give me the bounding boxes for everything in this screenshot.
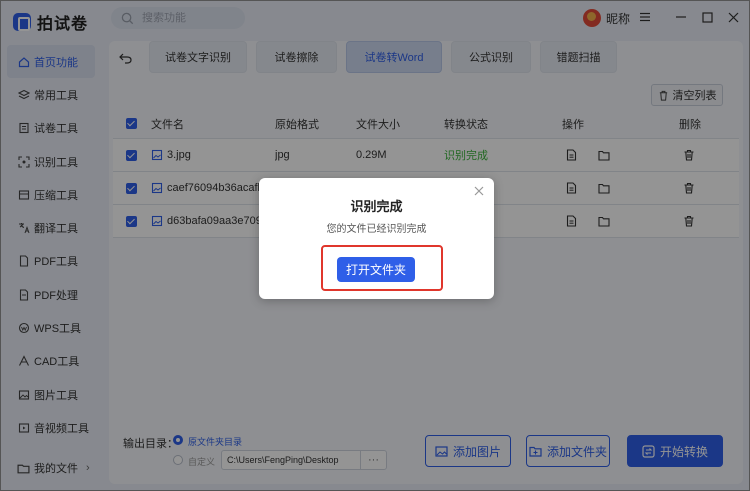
app-window: 拍试卷 昵称 首页功能 常用工具 bbox=[0, 0, 750, 491]
dialog-message: 您的文件已经识别完成 bbox=[326, 224, 427, 235]
close-icon[interactable] bbox=[472, 184, 486, 198]
highlight-annotation bbox=[321, 245, 443, 291]
dialog-title: 识别完成 bbox=[350, 199, 403, 214]
